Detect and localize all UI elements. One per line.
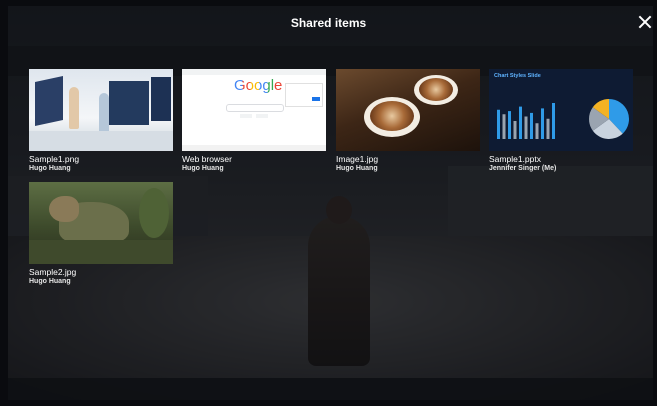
item-owner: Jennifer Singer (Me) bbox=[489, 165, 557, 172]
browser-footer bbox=[182, 145, 326, 151]
google-logo: Google bbox=[234, 77, 283, 94]
coffee-shape bbox=[370, 101, 414, 131]
figure-shape bbox=[99, 93, 109, 135]
slide-bar bbox=[497, 109, 500, 139]
item-name: Image1.jpg bbox=[336, 154, 379, 164]
figure-shape bbox=[69, 87, 79, 129]
slide-bar bbox=[524, 116, 528, 139]
dialog-title: Shared items bbox=[290, 16, 367, 30]
slide-bar bbox=[530, 112, 533, 139]
slide-bar bbox=[513, 121, 517, 139]
panel-shape bbox=[109, 81, 149, 125]
image-thumbnail bbox=[336, 69, 480, 151]
search-box bbox=[226, 104, 284, 112]
browser-thumbnail: Google bbox=[182, 69, 326, 151]
slide-bar bbox=[508, 111, 511, 139]
popup-button bbox=[312, 97, 320, 101]
item-owner: Hugo Huang bbox=[336, 165, 378, 172]
item-name: Sample1.pptx bbox=[489, 154, 541, 164]
panel-shape bbox=[151, 77, 171, 121]
ground bbox=[29, 240, 173, 264]
item-owner: Hugo Huang bbox=[182, 165, 224, 172]
shared-items-overlay: Shared items Sample1.png Hugo Huang Goog… bbox=[0, 0, 657, 406]
panel-shape bbox=[35, 76, 63, 126]
slide-bar bbox=[546, 118, 550, 139]
slide-thumbnail: Chart Styles Slide bbox=[489, 69, 633, 151]
item-name: Sample1.png bbox=[29, 154, 80, 164]
image-thumbnail bbox=[29, 69, 173, 151]
slide-bar bbox=[519, 106, 522, 139]
slide-bar bbox=[502, 114, 506, 139]
popup-card bbox=[285, 83, 323, 107]
coffee-shape bbox=[419, 78, 453, 101]
item-name: Sample2.jpg bbox=[29, 267, 77, 277]
slide-bar bbox=[541, 108, 544, 139]
dinosaur-head bbox=[49, 196, 79, 222]
image-thumbnail bbox=[29, 182, 173, 264]
item-owner: Hugo Huang bbox=[29, 165, 71, 172]
slide-chart bbox=[497, 99, 629, 139]
slide-bar bbox=[535, 123, 539, 139]
search-button-shape bbox=[240, 114, 252, 118]
slide-bar bbox=[552, 103, 555, 139]
item-name: Web browser bbox=[182, 154, 232, 164]
browser-toolbar bbox=[182, 69, 326, 75]
floor-shape bbox=[29, 131, 173, 151]
close-icon[interactable] bbox=[638, 15, 652, 29]
item-owner: Hugo Huang bbox=[29, 278, 71, 285]
foliage bbox=[139, 188, 169, 238]
lucky-button-shape bbox=[256, 114, 268, 118]
